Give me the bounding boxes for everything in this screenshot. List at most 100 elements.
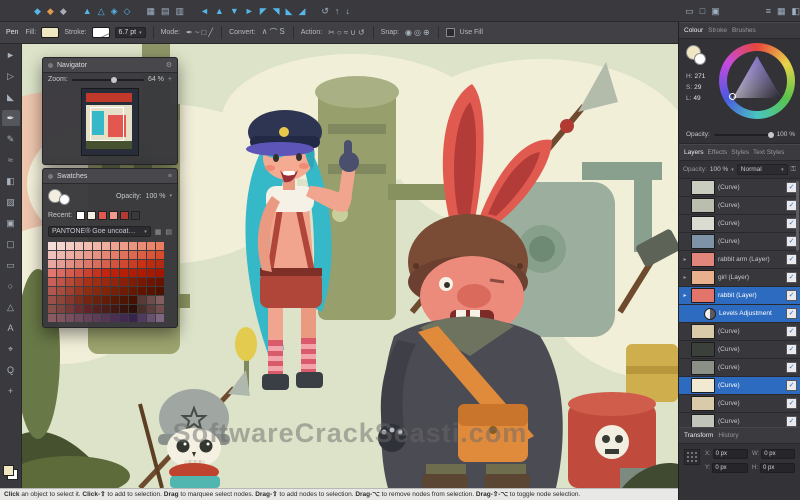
stroke-colour-circle[interactable] bbox=[59, 194, 70, 205]
smooth-node-icon[interactable]: ⌒ bbox=[268, 27, 278, 38]
colour-swatch[interactable] bbox=[57, 305, 65, 313]
colour-swatch[interactable] bbox=[120, 296, 128, 304]
layer-visibility-checkbox[interactable]: ✓ bbox=[786, 254, 797, 265]
colour-swatch[interactable] bbox=[48, 260, 56, 268]
pixel-persona-icon[interactable]: ◆ bbox=[47, 1, 54, 21]
corner-tool[interactable]: ◣ bbox=[2, 89, 20, 105]
tab-styles[interactable]: Styles bbox=[731, 149, 749, 156]
colour-swatch[interactable] bbox=[84, 242, 92, 250]
color-wheel[interactable] bbox=[719, 43, 795, 119]
swatches-panel-header[interactable]: Swatches ≡ bbox=[43, 169, 177, 184]
anchor-point-selector[interactable] bbox=[684, 449, 700, 465]
transform-field-value[interactable]: 0 px bbox=[712, 463, 748, 473]
colour-swatch[interactable] bbox=[138, 314, 146, 322]
colour-swatch[interactable] bbox=[147, 314, 155, 322]
align-left-icon[interactable]: ◄ bbox=[200, 1, 209, 21]
stroke-colour-circle[interactable] bbox=[694, 53, 706, 65]
colour-swatch[interactable] bbox=[93, 269, 101, 277]
colour-swatch[interactable] bbox=[102, 260, 110, 268]
pen-mode-icon[interactable]: ✒ bbox=[185, 28, 194, 37]
line-mode-icon[interactable]: ╱ bbox=[207, 28, 214, 37]
colour-swatch[interactable] bbox=[138, 296, 146, 304]
opacity-slider[interactable] bbox=[714, 134, 773, 136]
pencil-tool[interactable]: ✎ bbox=[2, 131, 20, 147]
colour-swatch[interactable] bbox=[48, 296, 56, 304]
layer-visibility-checkbox[interactable]: ✓ bbox=[786, 380, 797, 391]
colour-swatch[interactable] bbox=[147, 260, 155, 268]
chevron-right-icon[interactable]: ▸ bbox=[682, 256, 688, 263]
colour-swatch[interactable] bbox=[138, 269, 146, 277]
colour-swatch[interactable] bbox=[48, 314, 56, 322]
colour-swatch[interactable] bbox=[111, 260, 119, 268]
colour-swatch[interactable] bbox=[129, 287, 137, 295]
panel-menu-icon[interactable]: ≡ bbox=[168, 173, 172, 180]
chevron-right-icon[interactable]: ▸ bbox=[682, 274, 688, 281]
outline-mode-icon[interactable]: □ bbox=[700, 1, 705, 21]
colour-swatch[interactable] bbox=[120, 314, 128, 322]
navigator-thumbnail[interactable] bbox=[81, 88, 139, 156]
colour-swatch[interactable] bbox=[57, 314, 65, 322]
colour-swatch[interactable] bbox=[48, 287, 56, 295]
recent-swatch[interactable] bbox=[109, 211, 118, 220]
layer-row[interactable]: ▸girl (Layer)✓ bbox=[679, 269, 800, 287]
tab-stroke[interactable]: Stroke bbox=[708, 27, 727, 34]
colour-swatch[interactable] bbox=[75, 287, 83, 295]
tab-effects[interactable]: Effects bbox=[708, 149, 728, 156]
colour-swatch[interactable] bbox=[102, 314, 110, 322]
layer-row[interactable]: (Curve)✓ bbox=[679, 233, 800, 251]
sidebar-toggle-icon[interactable]: ◧ bbox=[791, 1, 800, 21]
colour-swatch[interactable] bbox=[84, 296, 92, 304]
polygon-tool[interactable]: △ bbox=[2, 299, 20, 315]
colour-swatch[interactable] bbox=[84, 260, 92, 268]
layer-visibility-checkbox[interactable]: ✓ bbox=[786, 290, 797, 301]
recent-swatch[interactable] bbox=[87, 211, 96, 220]
colour-swatch[interactable] bbox=[84, 269, 92, 277]
colour-swatch[interactable] bbox=[93, 242, 101, 250]
artistic-text-tool[interactable]: A bbox=[2, 320, 20, 336]
palette-select[interactable]: PANTONE® Goe uncoat… ▾ bbox=[48, 226, 151, 237]
colour-swatch[interactable] bbox=[120, 305, 128, 313]
pen-tool[interactable]: ✒ bbox=[2, 110, 20, 126]
colour-swatch[interactable] bbox=[120, 251, 128, 259]
boolean-divide-icon[interactable]: ◇ bbox=[124, 1, 131, 21]
smart-node-icon[interactable]: S bbox=[278, 27, 285, 38]
order-back-icon[interactable]: ◢ bbox=[298, 1, 305, 21]
colour-swatch[interactable] bbox=[84, 314, 92, 322]
colour-swatch[interactable] bbox=[111, 296, 119, 304]
layer-visibility-checkbox[interactable]: ✓ bbox=[786, 308, 797, 319]
colour-swatch[interactable] bbox=[57, 287, 65, 295]
join-curves-icon[interactable]: ∪ bbox=[349, 28, 357, 37]
colour-swatch[interactable] bbox=[66, 314, 74, 322]
colour-swatch[interactable] bbox=[129, 314, 137, 322]
colour-swatch[interactable] bbox=[84, 251, 92, 259]
colour-swatch[interactable] bbox=[102, 242, 110, 250]
swatch-opacity-value[interactable]: 100 % bbox=[146, 193, 166, 200]
tab-layers[interactable]: Layers bbox=[684, 149, 704, 156]
transform-field-value[interactable]: 0 px bbox=[760, 463, 795, 473]
colour-swatch[interactable] bbox=[57, 296, 65, 304]
layer-visibility-checkbox[interactable]: ✓ bbox=[786, 326, 797, 337]
panel-options-icon[interactable] bbox=[48, 63, 53, 68]
colour-swatch[interactable] bbox=[102, 296, 110, 304]
align-right-icon[interactable]: ► bbox=[245, 1, 254, 21]
colour-swatch[interactable] bbox=[120, 242, 128, 250]
colour-swatch[interactable] bbox=[129, 296, 137, 304]
colour-swatch[interactable] bbox=[57, 251, 65, 259]
colour-swatch[interactable] bbox=[75, 251, 83, 259]
layer-visibility-checkbox[interactable]: ✓ bbox=[786, 272, 797, 283]
blend-mode-select[interactable]: Normal ▾ bbox=[737, 164, 788, 175]
colour-swatch[interactable] bbox=[93, 260, 101, 268]
transform-field-value[interactable]: 0 px bbox=[761, 449, 795, 459]
tab-brushes[interactable]: Brushes bbox=[732, 27, 756, 34]
colour-swatch[interactable] bbox=[75, 242, 83, 250]
view-tool[interactable]: + bbox=[2, 383, 20, 399]
colour-swatch[interactable] bbox=[156, 278, 164, 286]
colour-swatch[interactable] bbox=[84, 305, 92, 313]
align-top-icon[interactable]: ▲ bbox=[215, 1, 224, 21]
colour-swatch[interactable] bbox=[147, 278, 155, 286]
colour-swatch[interactable] bbox=[129, 278, 137, 286]
ellipse-tool[interactable]: ○ bbox=[2, 278, 20, 294]
move-tool[interactable]: ► bbox=[2, 47, 20, 63]
layer-row[interactable]: (Curve)✓ bbox=[679, 377, 800, 395]
colour-swatch[interactable] bbox=[156, 305, 164, 313]
